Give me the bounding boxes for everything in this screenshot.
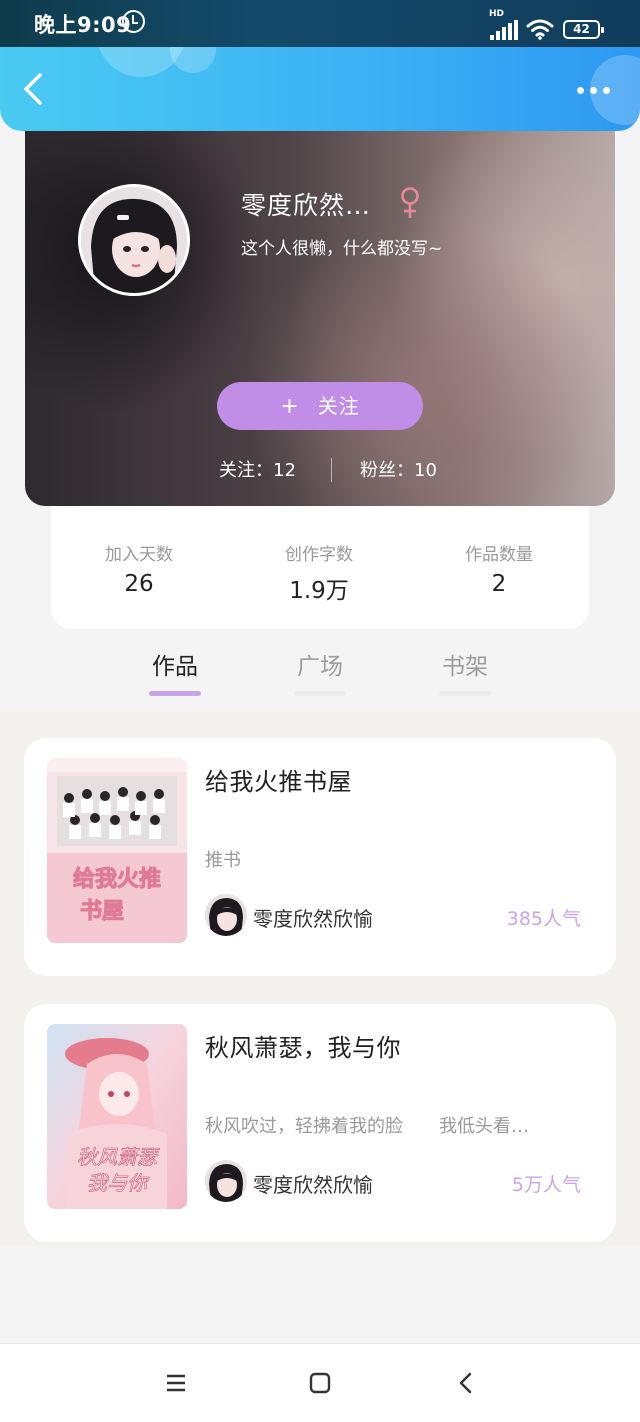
status-time: 晚上9:09 <box>34 13 132 37</box>
profile-hero: 零度欣然… 这个人很懒，什么都没写~ + 关注 关注：12 粉丝：10 <box>25 100 615 506</box>
signal-icon <box>490 20 520 40</box>
author-avatar <box>205 894 247 936</box>
stat-work-count: 作品数量 2 <box>419 540 579 597</box>
battery-level: 42 <box>573 22 590 36</box>
cover-title-text: 给我火推 <box>73 866 161 892</box>
plus-icon: + <box>280 394 300 419</box>
book-cover: 秋风萧瑟 我与你 <box>47 1024 187 1209</box>
tab-bookshelf[interactable]: 书架 <box>425 647 505 696</box>
home-icon <box>309 1372 331 1394</box>
tab-works[interactable]: 作品 <box>135 647 215 696</box>
author-avatar <box>205 1160 247 1202</box>
tab-indicator <box>294 691 346 696</box>
tab-indicator <box>149 691 201 696</box>
tab-square[interactable]: 广场 <box>280 647 360 696</box>
header-bar <box>0 47 640 131</box>
network-type: HD <box>489 9 505 19</box>
follow-button-label: 关注 <box>317 394 360 418</box>
wifi-icon <box>526 19 554 40</box>
author-name: 零度欣然欣愉 <box>253 907 373 931</box>
work-title: 给我火推书屋 <box>205 768 352 796</box>
divider <box>331 458 332 482</box>
author-name: 零度欣然欣愉 <box>253 1173 373 1197</box>
tab-indicator <box>439 691 491 696</box>
works-list: 给我火推 书屋 给我火推书屋 推书 零度欣然欣愉 385人气 秋风萧瑟 我与你 … <box>0 712 640 1246</box>
stat-label: 加入天数 <box>105 545 173 565</box>
female-gender-icon <box>401 187 419 218</box>
stat-value: 1.9万 <box>289 578 349 604</box>
cover-title-text: 我与你 <box>87 1171 150 1195</box>
cover-image: 给我火推 书屋 <box>47 758 187 943</box>
book-cover: 给我火推 书屋 <box>47 758 187 943</box>
back-button[interactable] <box>14 67 56 111</box>
author-avatar-image <box>205 1160 247 1202</box>
battery-icon: 42 <box>563 20 604 39</box>
stat-value: 2 <box>491 571 507 597</box>
cover-title-text: 书屋 <box>80 899 124 924</box>
profile-bio: 这个人很懒，什么都没写~ <box>241 239 443 259</box>
work-card[interactable]: 给我火推 书屋 给我火推书屋 推书 零度欣然欣愉 385人气 <box>24 738 616 976</box>
tab-label: 广场 <box>297 654 343 680</box>
stats-card: 加入天数 26 创作字数 1.9万 作品数量 2 <box>51 500 589 629</box>
system-nav-bar <box>0 1343 640 1422</box>
menu-icon <box>167 1374 185 1392</box>
profile-nickname: 零度欣然… <box>241 191 372 220</box>
follow-button[interactable]: + 关注 <box>217 382 423 430</box>
tab-label: 书架 <box>442 654 488 680</box>
followers-count[interactable]: 粉丝：10 <box>360 456 437 482</box>
nav-back-button[interactable] <box>453 1370 479 1396</box>
stat-join-days: 加入天数 26 <box>59 540 219 597</box>
work-description: 推书 <box>205 850 241 871</box>
nav-back-icon <box>459 1372 472 1394</box>
stat-word-count: 创作字数 1.9万 <box>239 540 399 605</box>
back-arrow-icon <box>24 73 42 105</box>
home-button[interactable] <box>307 1370 333 1396</box>
tab-label: 作品 <box>152 654 198 680</box>
status-bar: 晚上9:09 HD 42 <box>0 0 640 48</box>
work-description: 秋风吹过，轻拂着我的脸 我低头看… <box>205 1116 529 1137</box>
alarm-icon <box>122 10 145 33</box>
stat-value: 26 <box>124 571 154 597</box>
stat-label: 作品数量 <box>465 545 533 565</box>
avatar-image <box>81 187 187 293</box>
profile-avatar[interactable] <box>78 184 190 296</box>
popularity-count: 385人气 <box>506 908 581 930</box>
popularity-count: 5万人气 <box>511 1174 581 1196</box>
decor-bubble <box>170 47 216 73</box>
cover-title-text: 秋风萧瑟 <box>77 1145 160 1169</box>
profile-tabs: 作品 广场 书架 <box>0 640 640 712</box>
work-title: 秋风萧瑟，我与你 <box>205 1034 401 1062</box>
more-button[interactable] <box>572 75 616 105</box>
menu-button[interactable] <box>163 1370 189 1396</box>
cover-image: 秋风萧瑟 我与你 <box>47 1024 187 1209</box>
author-avatar-image <box>205 894 247 936</box>
stat-label: 创作字数 <box>285 545 353 565</box>
following-count[interactable]: 关注：12 <box>219 456 296 482</box>
follow-stats: 关注：12 粉丝：10 <box>25 456 615 484</box>
work-card[interactable]: 秋风萧瑟 我与你 秋风萧瑟，我与你 秋风吹过，轻拂着我的脸 我低头看… 零度欣然… <box>24 1004 616 1242</box>
